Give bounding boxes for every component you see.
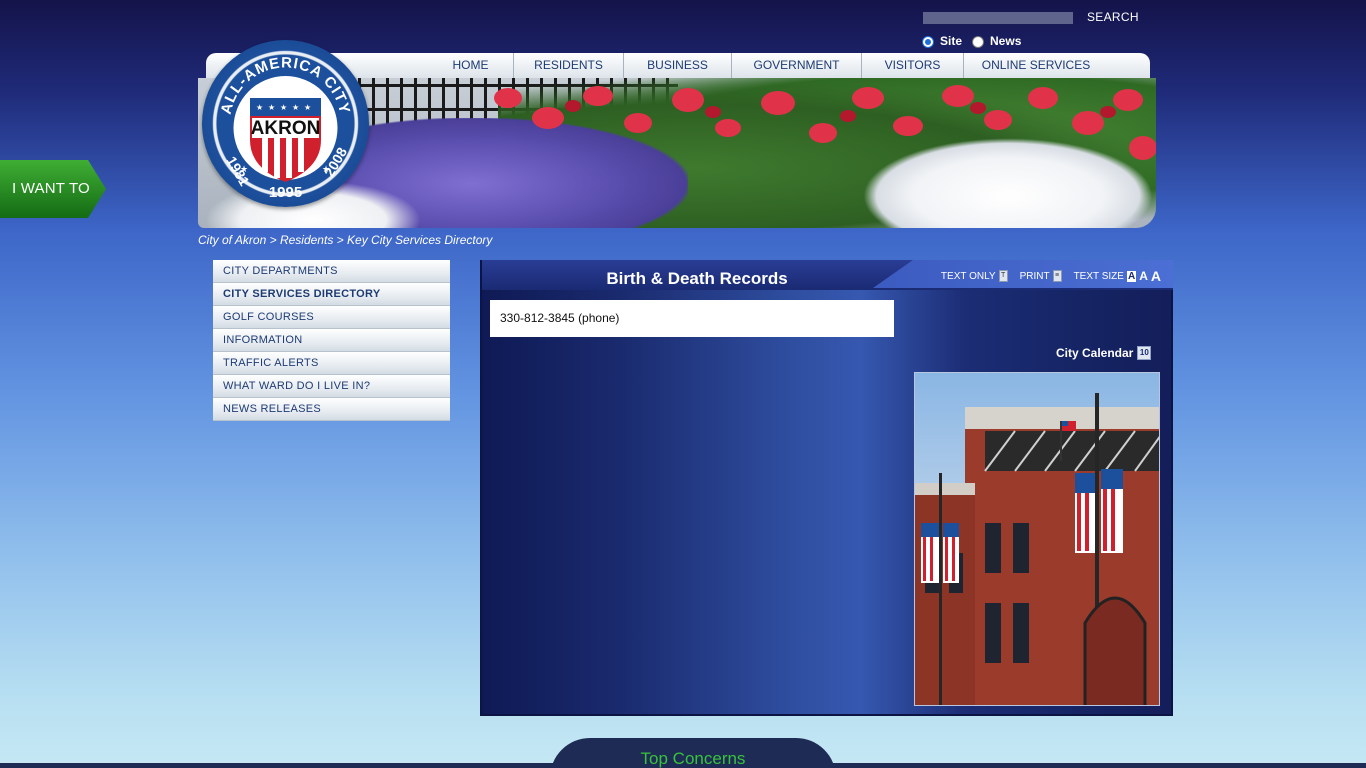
sidebar-item-golf-courses[interactable]: GOLF COURSES xyxy=(213,306,450,329)
text-size-medium-button[interactable]: A xyxy=(1139,269,1148,283)
print-icon: ≡ xyxy=(1052,270,1062,282)
i-want-to-button[interactable]: I WANT TO xyxy=(0,160,106,218)
nav-visitors[interactable]: VISITORS xyxy=(862,53,964,78)
svg-text:★: ★ xyxy=(322,165,330,175)
search-button[interactable]: SEARCH xyxy=(1087,10,1139,24)
akron-seal-logo[interactable]: ALL-AMERICA CITY ★ ★ ★ ★ ★ AKRON 1981 1995 … xyxy=(202,40,369,207)
nav-home[interactable]: HOME xyxy=(428,53,514,78)
i-want-to-label: I WANT TO xyxy=(12,180,90,197)
breadcrumb: City of Akron > Residents > Key City Ser… xyxy=(198,233,492,247)
seal-year-bottom: 1995 xyxy=(269,184,302,201)
print-label: PRINT xyxy=(1019,270,1050,282)
breadcrumb-current: Key City Services Directory xyxy=(347,233,493,247)
text-size-small-button[interactable]: A xyxy=(1126,270,1137,282)
svg-text:★: ★ xyxy=(280,103,287,112)
sidebar-item-information[interactable]: INFORMATION xyxy=(213,329,450,352)
calendar-icon: 10 xyxy=(1137,346,1152,360)
sidebar-item-city-departments[interactable]: CITY DEPARTMENTS xyxy=(213,260,450,283)
news-radio-label: News xyxy=(990,34,1022,48)
sidebar-item-news-releases[interactable]: NEWS RELEASES xyxy=(213,398,450,421)
page-title: Birth & Death Records xyxy=(606,269,788,288)
nav-online-services[interactable]: ONLINE SERVICES xyxy=(964,53,1108,78)
svg-text:★: ★ xyxy=(304,103,311,112)
top-concerns-tab[interactable]: Top Concerns xyxy=(550,738,836,768)
search-scope: Site News xyxy=(922,34,1025,48)
sidebar-item-what-ward[interactable]: WHAT WARD DO I LIVE IN? xyxy=(213,375,450,398)
svg-text:★: ★ xyxy=(256,103,263,112)
text-only-label: TEXT ONLY xyxy=(940,270,996,282)
sidebar-nav: CITY DEPARTMENTS CITY SERVICES DIRECTORY… xyxy=(213,260,450,421)
content-panel: Birth & Death Records TEXT ONLY T PRINT … xyxy=(480,260,1173,716)
nav-business[interactable]: BUSINESS xyxy=(624,53,732,78)
site-radio-label: Site xyxy=(940,34,963,48)
city-calendar-link[interactable]: City Calendar 10 xyxy=(1056,346,1152,360)
breadcrumb-city-of-akron[interactable]: City of Akron xyxy=(198,233,266,247)
content-box: 330-812-3845 (phone) xyxy=(490,300,894,337)
svg-text:★: ★ xyxy=(268,103,275,112)
breadcrumb-separator: > xyxy=(269,233,277,247)
page-tools: TEXT ONLY T PRINT ≡ TEXT SIZE A A A xyxy=(941,268,1161,284)
sidebar-item-city-services-directory[interactable]: CITY SERVICES DIRECTORY xyxy=(213,283,450,306)
search-input[interactable] xyxy=(923,12,1073,24)
text-size-label: TEXT SIZE xyxy=(1073,270,1124,282)
print-link[interactable]: PRINT ≡ xyxy=(1020,270,1062,282)
white-flowers-graphic xyxy=(858,136,1156,228)
text-only-icon: T xyxy=(998,270,1008,282)
site-radio[interactable] xyxy=(922,36,934,48)
sidebar-item-traffic-alerts[interactable]: TRAFFIC ALERTS xyxy=(213,352,450,375)
top-concerns-label: Top Concerns xyxy=(640,749,746,768)
phone-number: 330-812-3845 (phone) xyxy=(500,311,620,325)
seal-center-text: AKRON xyxy=(251,118,321,139)
city-building-photo xyxy=(914,372,1160,706)
news-radio[interactable] xyxy=(972,36,985,48)
text-size-large-button[interactable]: A xyxy=(1151,268,1161,284)
breadcrumb-separator: > xyxy=(336,233,344,247)
text-size-control: TEXT SIZE A A A xyxy=(1074,268,1161,284)
text-only-link[interactable]: TEXT ONLY T xyxy=(941,270,1008,282)
city-calendar-label: City Calendar xyxy=(1056,346,1134,360)
breadcrumb-residents[interactable]: Residents xyxy=(280,233,333,247)
nav-residents[interactable]: RESIDENTS xyxy=(514,53,624,78)
nav-government[interactable]: GOVERNMENT xyxy=(732,53,862,78)
svg-text:★: ★ xyxy=(292,103,299,112)
svg-text:★: ★ xyxy=(240,165,248,175)
